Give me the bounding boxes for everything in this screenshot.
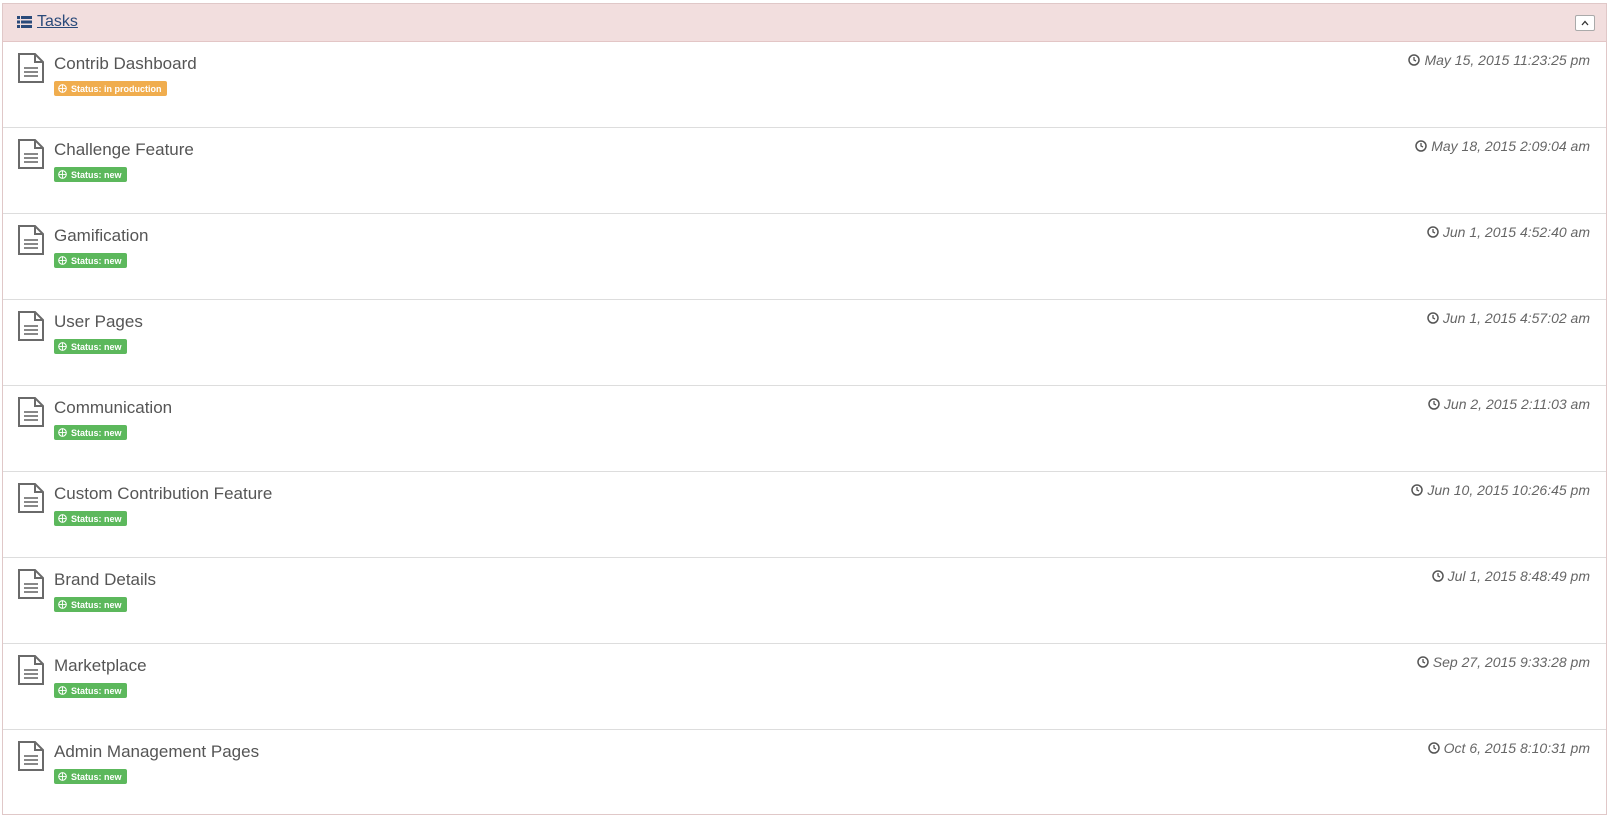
task-list: Contrib Dashboard Status: in production … — [3, 42, 1606, 816]
clock-icon — [1427, 226, 1439, 238]
task-date: Jun 10, 2015 10:26:45 pm — [1411, 482, 1590, 498]
status-text: Status: new — [71, 599, 122, 610]
date-text: Jun 2, 2015 2:11:03 am — [1443, 396, 1590, 412]
status-text: Status: new — [71, 169, 122, 180]
globe-icon — [58, 772, 67, 781]
task-title[interactable]: User Pages — [54, 312, 143, 332]
document-icon — [18, 655, 44, 685]
task-title[interactable]: Challenge Feature — [54, 140, 194, 160]
task-title[interactable]: Custom Contribution Feature — [54, 484, 272, 504]
document-icon — [18, 483, 44, 513]
globe-icon — [58, 514, 67, 523]
chevron-up-icon — [1581, 20, 1589, 26]
task-date: May 15, 2015 11:23:25 pm — [1408, 52, 1590, 68]
task-date: May 18, 2015 2:09:04 am — [1415, 138, 1590, 154]
clock-icon — [1408, 54, 1421, 66]
globe-icon — [58, 84, 67, 93]
task-date: Jun 1, 2015 4:52:40 am — [1427, 224, 1590, 240]
task-item[interactable]: Challenge Feature Status: new May 18, 20… — [3, 128, 1606, 214]
task-item[interactable]: Brand Details Status: new Jul 1, 2015 8:… — [3, 558, 1606, 644]
tasks-panel: Tasks Contrib Dashboard Status: in produ… — [2, 3, 1607, 815]
task-title[interactable]: Brand Details — [54, 570, 156, 590]
panel-title-text: Tasks — [37, 13, 78, 30]
date-text: Jul 1, 2015 8:48:49 pm — [1447, 568, 1590, 584]
task-date: Jul 1, 2015 8:48:49 pm — [1431, 568, 1590, 584]
clock-icon — [1427, 742, 1440, 754]
collapse-button[interactable] — [1575, 15, 1595, 31]
task-item[interactable]: Contrib Dashboard Status: in production … — [3, 42, 1606, 128]
task-title[interactable]: Marketplace — [54, 656, 147, 676]
globe-icon — [58, 170, 67, 179]
status-badge: Status: new — [54, 597, 127, 612]
status-text: Status: new — [71, 685, 122, 696]
status-badge: Status: new — [54, 253, 127, 268]
date-text: Oct 6, 2015 8:10:31 pm — [1443, 740, 1590, 756]
task-title[interactable]: Communication — [54, 398, 172, 418]
task-item[interactable]: User Pages Status: new Jun 1, 2015 4:57:… — [3, 300, 1606, 386]
status-text: Status: in production — [71, 83, 162, 94]
task-item[interactable]: Communication Status: new Jun 2, 2015 2:… — [3, 386, 1606, 472]
globe-icon — [58, 428, 67, 437]
task-item[interactable]: Gamification Status: new Jun 1, 2015 4:5… — [3, 214, 1606, 300]
status-badge: Status: new — [54, 511, 127, 526]
clock-icon — [1427, 312, 1439, 324]
panel-header: Tasks — [3, 4, 1606, 42]
date-text: May 15, 2015 11:23:25 pm — [1424, 52, 1590, 68]
status-text: Status: new — [71, 771, 122, 782]
task-title[interactable]: Gamification — [54, 226, 148, 246]
date-text: May 18, 2015 2:09:04 am — [1431, 138, 1590, 154]
task-date: Jun 2, 2015 2:11:03 am — [1428, 396, 1590, 412]
task-item[interactable]: Marketplace Status: new Sep 27, 2015 9:3… — [3, 644, 1606, 730]
document-icon — [18, 139, 44, 169]
document-icon — [18, 741, 44, 771]
status-text: Status: new — [71, 255, 122, 266]
clock-icon — [1415, 140, 1427, 152]
task-item[interactable]: Admin Management Pages Status: new Oct 6… — [3, 730, 1606, 816]
document-icon — [18, 225, 44, 255]
clock-icon — [1411, 484, 1424, 496]
status-text: Status: new — [71, 513, 122, 524]
task-item[interactable]: Custom Contribution Feature Status: new … — [3, 472, 1606, 558]
status-badge: Status: new — [54, 683, 127, 698]
task-title[interactable]: Contrib Dashboard — [54, 54, 197, 74]
clock-icon — [1428, 398, 1440, 410]
status-badge: Status: new — [54, 167, 127, 182]
status-text: Status: new — [71, 341, 122, 352]
globe-icon — [58, 600, 67, 609]
document-icon — [18, 569, 44, 599]
status-badge: Status: in production — [54, 81, 167, 96]
task-title[interactable]: Admin Management Pages — [54, 742, 259, 762]
list-icon — [17, 16, 32, 28]
date-text: Jun 1, 2015 4:57:02 am — [1442, 310, 1590, 326]
task-date: Oct 6, 2015 8:10:31 pm — [1427, 740, 1590, 756]
task-date: Jun 1, 2015 4:57:02 am — [1427, 310, 1590, 326]
panel-title-link[interactable]: Tasks — [17, 13, 78, 31]
clock-icon — [1431, 570, 1444, 582]
date-text: Jun 10, 2015 10:26:45 pm — [1427, 482, 1590, 498]
globe-icon — [58, 342, 67, 351]
document-icon — [18, 397, 44, 427]
globe-icon — [58, 686, 67, 695]
globe-icon — [58, 256, 67, 265]
date-text: Sep 27, 2015 9:33:28 pm — [1432, 654, 1590, 670]
status-badge: Status: new — [54, 425, 127, 440]
clock-icon — [1417, 656, 1429, 668]
task-date: Sep 27, 2015 9:33:28 pm — [1417, 654, 1590, 670]
document-icon — [18, 53, 44, 83]
status-badge: Status: new — [54, 769, 127, 784]
date-text: Jun 1, 2015 4:52:40 am — [1442, 224, 1590, 240]
status-text: Status: new — [71, 427, 122, 438]
document-icon — [18, 311, 44, 341]
status-badge: Status: new — [54, 339, 127, 354]
